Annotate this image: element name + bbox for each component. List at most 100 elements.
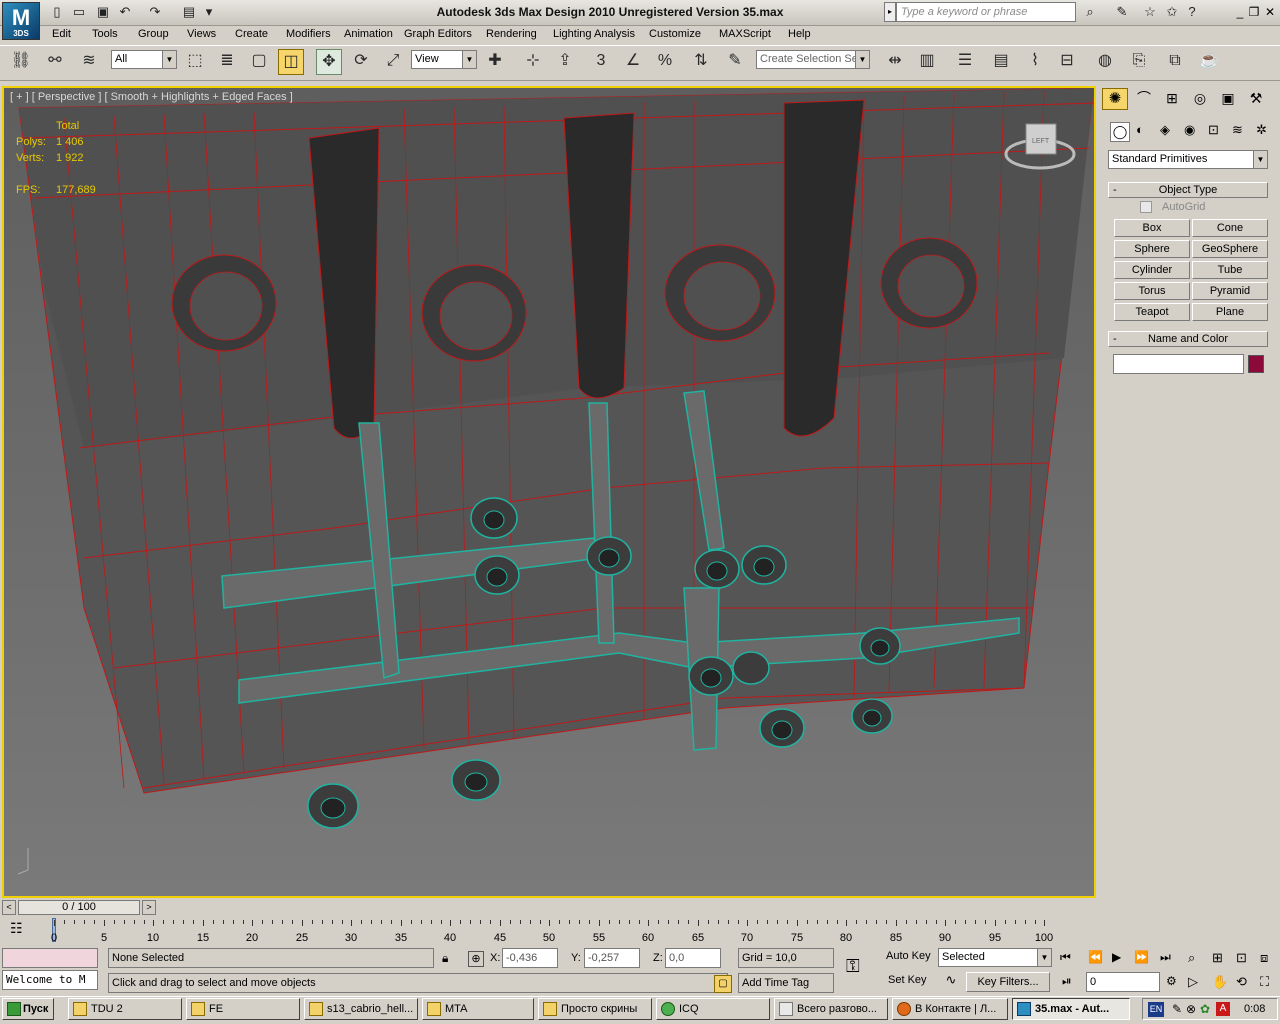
display-tab-icon[interactable]: ▣ — [1216, 88, 1240, 110]
mirror-icon[interactable]: ⇹ — [882, 49, 908, 75]
menu-maxscript[interactable]: MAXScript — [719, 28, 771, 40]
key-mode-toggle-icon[interactable]: ⏯ — [1062, 974, 1072, 989]
taskbar-item-icq[interactable]: ICQ — [656, 998, 770, 1020]
window-crossing-icon[interactable]: ◫ — [278, 49, 304, 75]
menu-animation[interactable]: Animation — [344, 28, 393, 40]
tray-antivirus-icon[interactable]: A — [1216, 1002, 1230, 1016]
z-coord-input[interactable]: 0,0 — [665, 948, 721, 968]
taskbar-item-mta[interactable]: MTA — [422, 998, 534, 1020]
taskbar-item-chat[interactable]: Всего разгово... — [774, 998, 888, 1020]
viewcube-face-label[interactable]: LEFT — [1032, 138, 1049, 145]
graphite-ribbon-icon[interactable]: ▤ — [988, 49, 1014, 75]
track-bar[interactable]: ☷ 0 5 10 15 20 25 30 35 40 45 50 55 60 65 70 75 80 85 90 95… — [0, 916, 1100, 946]
save-file-icon[interactable]: ▣ — [94, 3, 112, 21]
key-filters-button[interactable]: Key Filters... — [966, 972, 1050, 992]
teapot-button[interactable]: Teapot — [1114, 303, 1190, 321]
menu-views[interactable]: Views — [187, 28, 216, 40]
zoom-all-icon[interactable]: ⊞ — [1212, 950, 1223, 966]
zoom-extents-icon[interactable]: ⊡ — [1236, 950, 1247, 966]
layer-manager-icon[interactable]: ☰ — [952, 49, 978, 75]
selection-lock-icon[interactable]: 🔒︎ — [442, 951, 448, 966]
taskbar-item-fe[interactable]: FE — [186, 998, 300, 1020]
key-mode-dropdown[interactable]: Selected ▼ — [938, 948, 1052, 967]
open-file-icon[interactable]: ▭ — [70, 3, 88, 21]
reference-coordinate-dropdown[interactable]: View ▼ — [411, 50, 477, 69]
language-indicator[interactable]: EN — [1148, 1002, 1164, 1017]
selection-filter-dropdown[interactable]: All ▼ — [111, 50, 177, 69]
tray-tools-icon[interactable]: ✎ — [1172, 1002, 1182, 1016]
select-rotate-icon[interactable]: ⟳ — [348, 49, 374, 75]
select-object-icon[interactable]: ⬚ — [182, 49, 208, 75]
select-scale-icon[interactable]: ⤢ — [380, 49, 406, 75]
shapes-category-icon[interactable]: ◐ — [1136, 122, 1144, 137]
render-setup-icon[interactable]: ⎘ — [1126, 49, 1152, 75]
maxscript-mini-listener-pink[interactable] — [2, 948, 98, 968]
goto-start-icon[interactable]: ⏮ — [1060, 950, 1071, 965]
add-time-tag-button[interactable]: Add Time Tag — [738, 973, 834, 993]
menu-help[interactable]: Help — [788, 28, 811, 40]
unlink-icon[interactable]: ⚯ — [42, 49, 68, 75]
sphere-button[interactable]: Sphere — [1114, 240, 1190, 258]
snaps-toggle-icon[interactable]: 3 — [588, 49, 614, 75]
menu-tools[interactable]: Tools — [92, 28, 118, 40]
redo-icon[interactable]: ↷ — [146, 3, 164, 21]
menu-group[interactable]: Group — [138, 28, 169, 40]
motion-tab-icon[interactable]: ◎ — [1188, 88, 1212, 110]
select-move-icon[interactable]: ✥ — [316, 49, 342, 75]
viewport-label[interactable]: [ + ] [ Perspective ] [ Smooth + Highlig… — [10, 91, 293, 103]
link-icon[interactable]: ⛓ — [8, 49, 34, 75]
object-color-swatch[interactable] — [1248, 355, 1264, 373]
communication-center-icon[interactable]: ☆ — [1140, 3, 1160, 21]
helpers-category-icon[interactable]: ⊡ — [1208, 122, 1219, 138]
name-and-color-rollout[interactable]: - Name and Color — [1108, 331, 1268, 347]
geosphere-button[interactable]: GeoSphere — [1192, 240, 1268, 258]
menu-customize[interactable]: Customize — [649, 28, 701, 40]
undo-icon[interactable]: ↶ — [116, 3, 134, 21]
pan-view-icon[interactable]: ✋ — [1212, 974, 1228, 990]
perspective-viewport[interactable]: [ + ] [ Perspective ] [ Smooth + Highlig… — [2, 86, 1096, 898]
taskbar-item-s13[interactable]: s13_cabrio_hell... — [304, 998, 418, 1020]
orbit-icon[interactable]: ⟲ — [1236, 974, 1247, 990]
spacewarps-category-icon[interactable]: ≋ — [1232, 122, 1243, 138]
menu-edit[interactable]: Edit — [52, 28, 71, 40]
start-button[interactable]: Пуск — [2, 998, 54, 1020]
taskbar-item-vkontakte[interactable]: В Контакте | Л... — [892, 998, 1008, 1020]
torus-button[interactable]: Torus — [1114, 282, 1190, 300]
align-icon[interactable]: ▥ — [914, 49, 940, 75]
field-of-view-icon[interactable]: ▷ — [1188, 974, 1198, 990]
menu-rendering[interactable]: Rendering — [486, 28, 537, 40]
new-file-icon[interactable]: ▯ — [48, 3, 66, 21]
close-icon[interactable]: ✕ — [1262, 5, 1278, 21]
y-coord-input[interactable]: -0,257 — [584, 948, 640, 968]
auto-key-button[interactable]: Auto Key — [886, 950, 931, 962]
taskbar-item-tdu2[interactable]: TDU 2 — [68, 998, 182, 1020]
subscription-icon[interactable]: ✎ — [1112, 3, 1132, 21]
render-production-icon[interactable]: ☕ — [1196, 49, 1222, 75]
menu-lighting-analysis[interactable]: Lighting Analysis — [553, 28, 635, 40]
selection-region-icon[interactable]: ▢ — [246, 49, 272, 75]
geometry-category-icon[interactable]: ◯ — [1110, 122, 1130, 142]
quick-access-dropdown-icon[interactable]: ▾ — [200, 3, 218, 21]
cylinder-button[interactable]: Cylinder — [1114, 261, 1190, 279]
menu-modifiers[interactable]: Modifiers — [286, 28, 331, 40]
tray-icq-icon[interactable]: ✿ — [1200, 1002, 1210, 1016]
select-by-name-icon[interactable]: ≣ — [214, 49, 240, 75]
zoom-icon[interactable]: ⌕ — [1188, 950, 1195, 966]
goto-end-icon[interactable]: ⏭ — [1160, 950, 1171, 965]
utilities-tab-icon[interactable]: ⚒ — [1244, 88, 1268, 110]
search-expand-icon[interactable]: ▸ — [884, 2, 896, 22]
search-input[interactable]: Type a keyword or phrase — [896, 2, 1076, 22]
set-key-mode-icon[interactable]: ⚿ — [846, 956, 860, 977]
absolute-mode-icon[interactable]: ⊕ — [468, 951, 484, 967]
autogrid-checkbox[interactable] — [1140, 201, 1152, 213]
taskbar-item-screens[interactable]: Просто скрины — [538, 998, 652, 1020]
angle-snap-icon[interactable]: ∠ — [620, 49, 646, 75]
project-folder-icon[interactable]: ▤ — [180, 3, 198, 21]
schematic-view-icon[interactable]: ⊟ — [1054, 49, 1080, 75]
restore-icon[interactable]: ❐ — [1246, 5, 1262, 21]
create-tab-icon[interactable]: ✺ — [1102, 88, 1128, 110]
help-icon[interactable]: ? — [1182, 3, 1202, 21]
keyboard-shortcut-icon[interactable]: ⇪ — [552, 49, 578, 75]
named-selection-sets-dropdown[interactable]: Create Selection Se ▼ — [756, 50, 870, 69]
material-editor-icon[interactable]: ◍ — [1092, 49, 1118, 75]
